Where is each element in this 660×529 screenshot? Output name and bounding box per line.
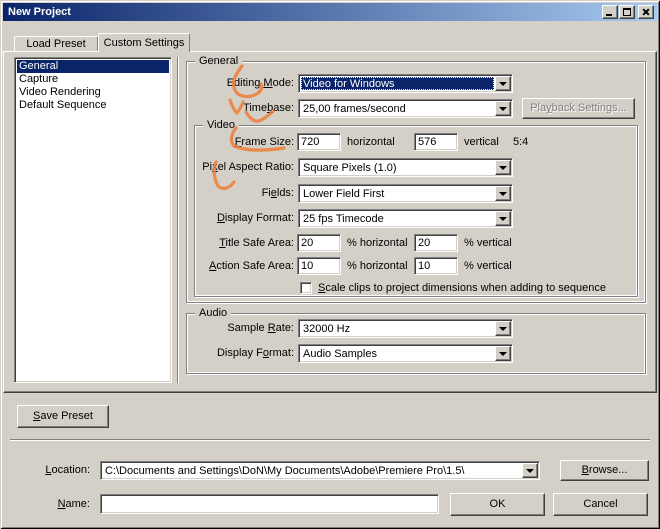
location-select[interactable]: C:\Documents and Settings\DoN\My Documen… [100, 461, 540, 480]
frame-height-input[interactable] [414, 133, 458, 151]
scale-clips-checkbox[interactable] [300, 282, 312, 294]
close-button[interactable] [638, 5, 654, 19]
list-panel-divider [177, 57, 179, 383]
fields-label: Fields: [261, 187, 294, 199]
action-safe-h-input[interactable] [297, 257, 341, 275]
ok-button[interactable]: OK [450, 493, 545, 516]
pixel-aspect-select[interactable]: Square Pixels (1.0) [298, 158, 513, 177]
action-safe-h-unit: % horizontal [347, 260, 408, 272]
sample-rate-label: Sample Rate: [227, 322, 294, 334]
scale-clips-label: Scale clips to project dimensions when a… [318, 282, 607, 294]
aspect-ratio-value: 5:4 [513, 136, 529, 148]
video-display-format-label: Display Format: [216, 212, 294, 224]
title-safe-v-unit: % vertical [464, 237, 512, 249]
title-safe-h-unit: % horizontal [347, 237, 408, 249]
video-display-format-select[interactable]: 25 fps Timecode [298, 209, 513, 228]
location-label: Location: [45, 464, 90, 476]
fields-select[interactable]: Lower Field First [298, 184, 513, 203]
frame-size-label: Frame Size: [234, 136, 294, 148]
minimize-icon [606, 14, 612, 16]
list-item-default-sequence[interactable]: Default Sequence [17, 99, 169, 112]
chevron-down-icon[interactable] [495, 101, 511, 116]
list-item-general[interactable]: General [17, 60, 169, 73]
cancel-button[interactable]: Cancel [553, 493, 648, 516]
list-item-capture[interactable]: Capture [17, 73, 169, 86]
frame-height-unit: vertical [464, 136, 499, 148]
action-safe-v-input[interactable] [414, 257, 458, 275]
action-safe-label: Action Safe Area: [208, 260, 294, 272]
chevron-down-icon[interactable] [495, 211, 511, 226]
window-title: New Project [8, 6, 71, 18]
timebase-select[interactable]: 25,00 frames/second [298, 99, 513, 118]
frame-width-input[interactable] [297, 133, 341, 151]
name-label: Name: [57, 498, 90, 510]
browse-button[interactable]: Browse... [560, 460, 649, 481]
timebase-label: Timebase: [243, 102, 294, 114]
minimize-button[interactable] [602, 5, 618, 19]
chevron-down-icon[interactable] [495, 76, 511, 91]
video-group-title: Video [203, 119, 239, 132]
chevron-down-icon[interactable] [495, 321, 511, 336]
title-safe-v-input[interactable] [414, 234, 458, 252]
playback-settings-button: Playback Settings... [522, 98, 635, 119]
title-safe-h-input[interactable] [297, 234, 341, 252]
new-project-dialog: New Project Load Preset Custom Settings … [0, 0, 660, 529]
titlebar[interactable]: New Project [3, 3, 657, 21]
footer-divider [10, 439, 650, 441]
action-safe-v-unit: % vertical [464, 260, 512, 272]
chevron-down-icon[interactable] [495, 160, 511, 175]
list-item-video-rendering[interactable]: Video Rendering [17, 86, 169, 99]
maximize-icon [623, 8, 631, 16]
editing-mode-select[interactable]: Video for Windows [298, 74, 513, 93]
sample-rate-select[interactable]: 32000 Hz [298, 319, 513, 338]
tab-load-preset[interactable]: Load Preset [14, 36, 98, 52]
name-input[interactable] [100, 494, 439, 514]
tab-custom-settings[interactable]: Custom Settings [98, 33, 190, 52]
chevron-down-icon[interactable] [495, 346, 511, 361]
audio-display-format-label: Display Format: [216, 347, 294, 359]
title-safe-label: Title Safe Area: [219, 237, 294, 249]
general-group-title: General [195, 55, 243, 68]
pixel-aspect-label: Pixel Aspect Ratio: [202, 161, 294, 173]
editing-mode-label: Editing Mode: [226, 77, 294, 89]
maximize-button[interactable] [619, 5, 635, 19]
settings-category-list[interactable]: General Capture Video Rendering Default … [14, 57, 172, 383]
save-preset-button[interactable]: Save Preset [17, 405, 109, 428]
frame-width-unit: horizontal [347, 136, 395, 148]
chevron-down-icon[interactable] [522, 463, 538, 478]
audio-display-format-select[interactable]: Audio Samples [298, 344, 513, 363]
chevron-down-icon[interactable] [495, 186, 511, 201]
